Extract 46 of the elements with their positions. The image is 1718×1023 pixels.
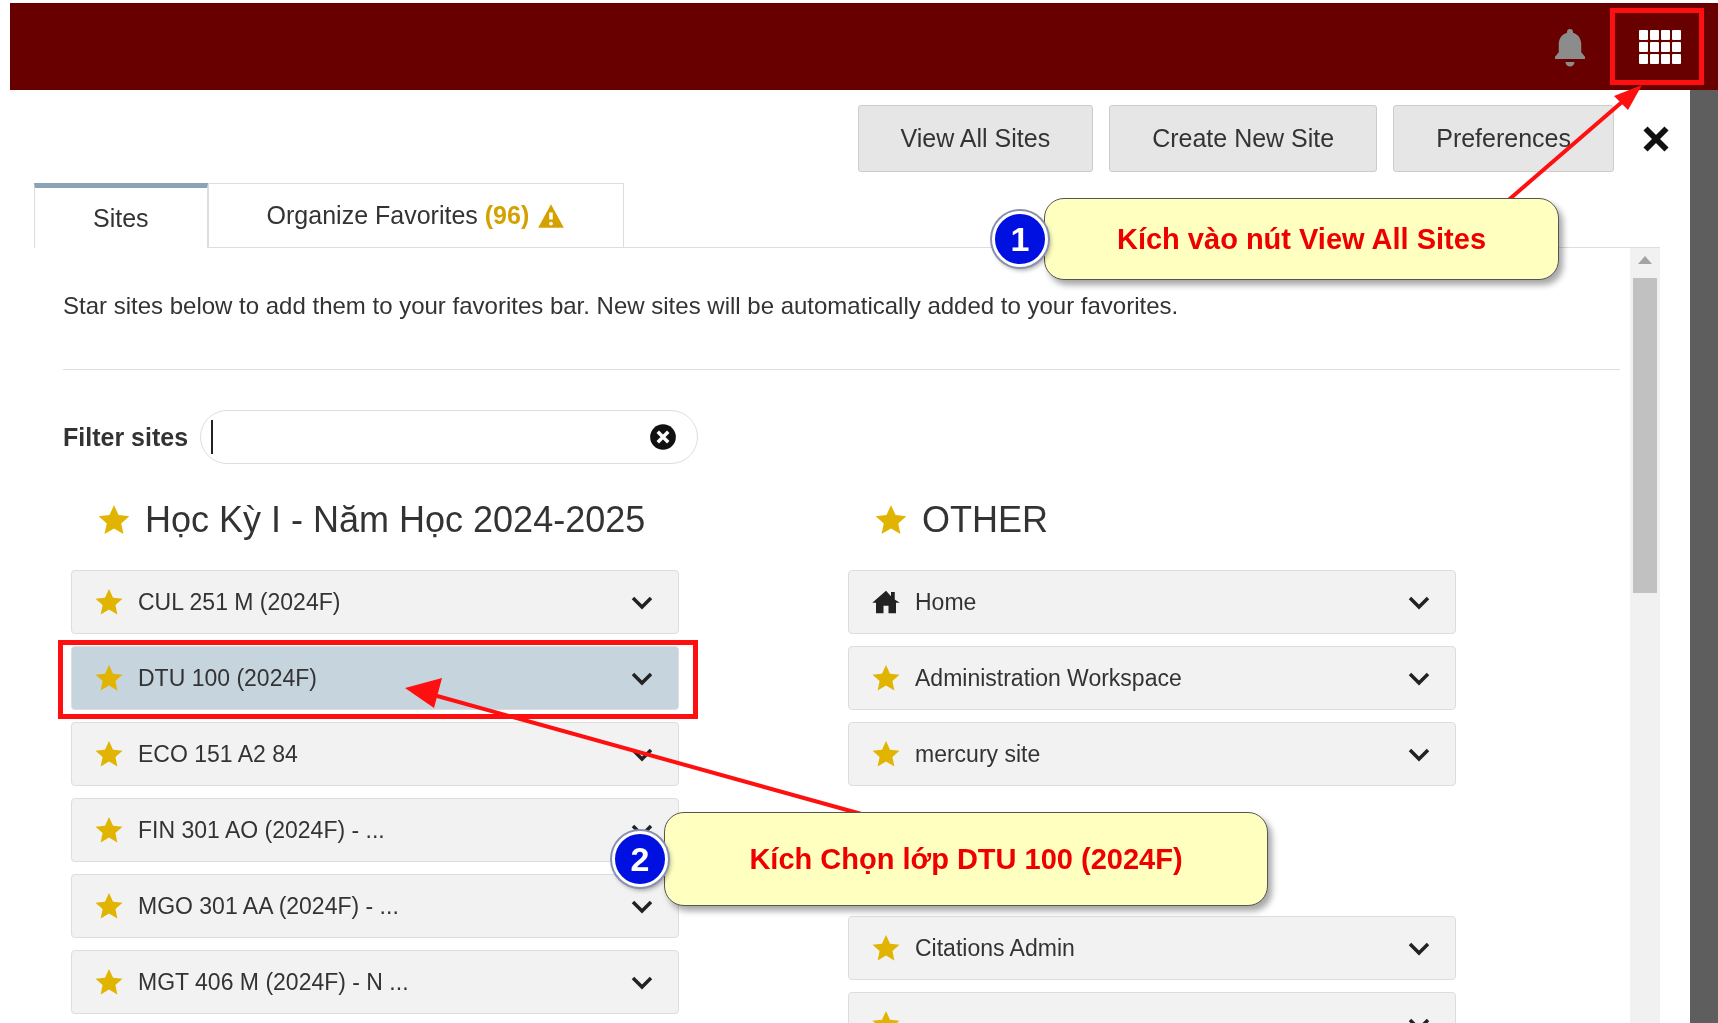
site-row[interactable]: mercury site xyxy=(848,722,1456,786)
site-name: Home xyxy=(915,588,978,616)
site-name: MGT 406 M (2024F) - N ... xyxy=(138,968,410,996)
site-row[interactable]: MGO 301 AA (2024F) - ... xyxy=(71,874,679,938)
nav-button[interactable]: Create New Site xyxy=(1109,105,1378,172)
site-row[interactable]: Citations Admin xyxy=(848,916,1456,980)
group-title: Học Kỳ I - Năm Học 2024-2025 xyxy=(145,499,646,541)
site-row[interactable]: Home xyxy=(848,570,1456,634)
site-name: Citations Admin xyxy=(915,934,1076,962)
site-name: FIN 301 AO (2024F) - ... xyxy=(138,816,386,844)
star-icon[interactable] xyxy=(94,815,124,845)
star-icon[interactable] xyxy=(871,739,901,769)
close-icon[interactable] xyxy=(1642,125,1670,153)
site-name: mercury site xyxy=(915,740,1042,768)
grid-icon[interactable] xyxy=(1638,27,1682,66)
star-icon[interactable] xyxy=(94,967,124,997)
star-icon[interactable] xyxy=(871,933,901,963)
nav-button[interactable]: Preferences xyxy=(1393,105,1614,172)
nav-button[interactable]: View All Sites xyxy=(857,105,1094,172)
site-name: MGO 301 AA (2024F) - ... xyxy=(138,892,400,920)
filter-label: Filter sites xyxy=(63,422,189,452)
text-cursor xyxy=(211,420,214,454)
callout-tooltip: Kích vào nút View All Sites xyxy=(1044,198,1559,280)
scroll-up-icon[interactable] xyxy=(1638,254,1652,264)
star-icon[interactable] xyxy=(871,663,901,693)
instructions-text: Star sites below to add them to your favorites bar. New sites will be automatically added to your favorites. xyxy=(63,291,1180,321)
site-row[interactable]: ECO 151 A2 84 xyxy=(71,722,679,786)
site-row[interactable]: Administration Workspace xyxy=(848,646,1456,710)
star-icon[interactable] xyxy=(94,663,124,693)
site-row[interactable]: MGT 406 M (2024F) - N ... xyxy=(71,950,679,1014)
tab[interactable]: Sites xyxy=(34,183,208,248)
scrollbar[interactable] xyxy=(1630,248,1660,1023)
star-icon[interactable] xyxy=(94,891,124,921)
site-name: DTU 100 (2024F) xyxy=(138,664,318,692)
clear-icon[interactable] xyxy=(649,423,678,451)
site-name: CUL 251 M (2024F) xyxy=(138,588,342,616)
tab[interactable]: Organize Favorites (96) xyxy=(207,183,625,248)
callout-tooltip: Kích Chọn lớp DTU 100 (2024F) xyxy=(664,812,1268,906)
site-row[interactable]: CUL 251 M (2024F) xyxy=(71,570,679,634)
star-icon[interactable] xyxy=(94,587,124,617)
star-icon[interactable] xyxy=(94,739,124,769)
bell-icon[interactable] xyxy=(1552,26,1588,67)
site-row[interactable]: DTU 100 (2024F) xyxy=(71,646,679,710)
site-name: ECO 151 A2 84 xyxy=(138,740,299,768)
site-name: Administration Workspace xyxy=(915,664,1183,692)
group-title: OTHER xyxy=(922,499,1048,541)
